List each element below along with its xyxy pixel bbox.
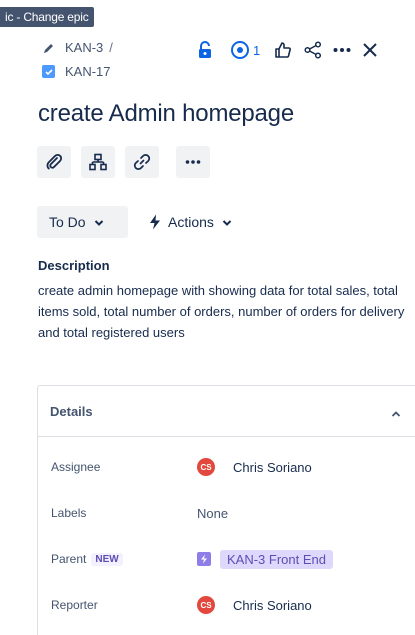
status-label: To Do	[49, 214, 86, 230]
actions-dropdown[interactable]: Actions	[148, 206, 232, 238]
avatar: CS	[197, 596, 215, 614]
chevron-up-icon[interactable]	[391, 406, 401, 421]
issue-key[interactable]: KAN-17	[65, 64, 111, 79]
assignee-value[interactable]: CS Chris Soriano	[197, 455, 312, 479]
thumbs-up-icon[interactable]	[274, 37, 292, 63]
assignee-name: Chris Soriano	[233, 459, 312, 475]
pencil-icon	[42, 41, 55, 54]
chevron-down-icon	[94, 214, 104, 230]
more-icon[interactable]	[333, 37, 351, 63]
quick-actions	[37, 146, 220, 178]
parent-value[interactable]: KAN-3 Front End	[197, 547, 333, 571]
link-icon[interactable]	[125, 146, 159, 178]
labels-value[interactable]: None	[197, 501, 228, 525]
parent-link[interactable]: KAN-3 Front End	[220, 549, 333, 569]
details-header[interactable]: Details	[38, 386, 415, 437]
parent-label: Parent	[51, 552, 87, 566]
actions-label: Actions	[168, 214, 214, 230]
more-actions-icon[interactable]	[176, 146, 210, 178]
issue-title[interactable]: create Admin homepage	[38, 100, 294, 128]
epic-icon	[197, 552, 211, 566]
avatar: CS	[197, 458, 215, 476]
reporter-value[interactable]: CS Chris Soriano	[197, 593, 312, 617]
task-checkbox-icon	[42, 65, 55, 78]
close-icon[interactable]	[363, 37, 377, 63]
watch-count: 1	[253, 42, 261, 58]
assignee-label: Assignee	[51, 460, 101, 474]
chevron-down-icon	[222, 214, 232, 230]
parent-issue-key[interactable]: KAN-3	[65, 40, 103, 55]
breadcrumb-separator: /	[109, 40, 113, 55]
child-issues-icon[interactable]	[81, 146, 115, 178]
reporter-label: Reporter	[51, 598, 98, 612]
eye-icon	[230, 40, 250, 60]
watch-button[interactable]: 1	[230, 37, 274, 63]
status-dropdown[interactable]: To Do	[37, 206, 128, 238]
parent-label-group: Parent NEW	[51, 552, 123, 566]
paperclip-icon[interactable]	[37, 146, 71, 178]
breadcrumb-parent[interactable]: KAN-3 /	[42, 40, 113, 55]
details-panel: Details Assignee CS Chris Soriano Labels…	[37, 385, 415, 635]
details-heading: Details	[50, 403, 93, 419]
lock-icon[interactable]	[198, 37, 212, 63]
share-icon[interactable]	[304, 37, 322, 63]
change-epic-tooltip: ic - Change epic	[0, 7, 94, 27]
new-badge: NEW	[91, 552, 123, 566]
reporter-name: Chris Soriano	[233, 597, 312, 613]
issue-toolbar: 1	[198, 37, 377, 63]
labels-label: Labels	[51, 506, 87, 520]
description-heading: Description	[38, 258, 110, 273]
lightning-icon	[148, 214, 162, 230]
description-body[interactable]: create admin homepage with showing data …	[38, 280, 408, 343]
breadcrumb-issue[interactable]: KAN-17	[42, 64, 111, 79]
